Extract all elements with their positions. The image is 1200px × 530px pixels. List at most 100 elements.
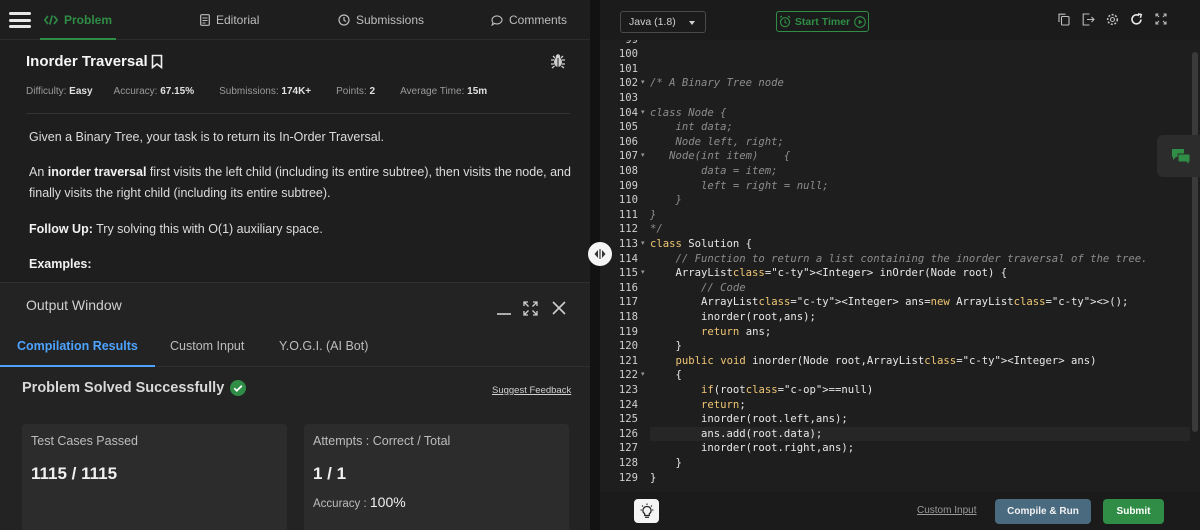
problem-statement: Inorder Traversal Difficulty: Easy Accur… [0, 40, 590, 282]
code-line[interactable]: // Function to return a list containing … [650, 252, 1190, 267]
language-select[interactable]: Java (1.8) [620, 11, 706, 33]
attempts-label: Attempts : Correct / Total [313, 434, 451, 448]
tab-submissions[interactable]: Submissions [338, 0, 424, 40]
line-number: 101 [618, 62, 638, 75]
bookmark-icon[interactable] [151, 54, 163, 69]
code-line[interactable] [650, 91, 1190, 106]
line-number: 107 [618, 150, 638, 163]
code-line[interactable]: return ans; [650, 325, 1190, 340]
refresh-icon[interactable] [1130, 13, 1143, 26]
expand-icon[interactable] [523, 301, 538, 316]
copy-icon[interactable] [1058, 13, 1070, 26]
test-cases-card: Test Cases Passed 1115 / 1115 [22, 424, 287, 530]
hamburger-menu-icon[interactable] [9, 12, 31, 28]
code-line[interactable]: } [650, 193, 1190, 208]
alarm-icon [779, 15, 791, 28]
tab-problem-label: Problem [64, 13, 113, 27]
line-number: 121 [618, 354, 638, 367]
line-number: 110 [618, 194, 638, 207]
fold-toggle-icon[interactable]: ▾ [641, 149, 645, 164]
test-cases-value: 1115 / 1115 [31, 464, 118, 483]
code-line[interactable]: // Code [650, 281, 1190, 296]
points-label: Points: [336, 86, 367, 97]
code-line[interactable]: return; [650, 398, 1190, 413]
difficulty-label: Difficulty: [26, 86, 67, 97]
code-line[interactable]: /* A Binary Tree node [650, 76, 1190, 91]
code-line[interactable]: inorder(root,ans); [650, 310, 1190, 325]
start-timer-button[interactable]: Start Timer [776, 11, 869, 32]
code-line[interactable]: } [650, 208, 1190, 223]
avg-time-value: 15m [467, 86, 488, 97]
start-timer-label: Start Timer [794, 15, 851, 28]
fold-toggle-icon[interactable]: ▾ [641, 266, 645, 281]
code-line[interactable]: ans.add(root.data); [650, 426, 1190, 442]
code-line[interactable]: inorder(root.right,ans); [650, 441, 1190, 456]
code-line[interactable]: Node(int item) { [650, 149, 1190, 164]
problem-title-row: Inorder Traversal [26, 53, 163, 70]
clock-icon [338, 14, 350, 26]
code-line[interactable]: public void inorder(Node root,ArrayListc… [650, 354, 1190, 369]
chat-fab-button[interactable] [1157, 135, 1200, 177]
play-icon [854, 15, 866, 28]
code-line[interactable] [650, 62, 1190, 77]
code-line[interactable]: Node left, right; [650, 135, 1190, 150]
code-line[interactable]: if(rootclass="c-op">==null) [650, 383, 1190, 398]
examples-heading: Examples: [29, 254, 574, 275]
submit-button[interactable]: Submit [1103, 499, 1164, 524]
report-bug-icon[interactable] [550, 53, 566, 69]
tab-compilation-results[interactable]: Compilation Results [17, 339, 138, 353]
fold-toggle-icon[interactable]: ▾ [641, 106, 645, 121]
problem-title: Inorder Traversal [26, 53, 148, 70]
code-line[interactable]: } [650, 339, 1190, 354]
hint-button[interactable] [634, 499, 659, 523]
tab-problem[interactable]: Problem [39, 0, 117, 40]
divider [26, 113, 570, 114]
tab-editorial[interactable]: Editorial [200, 0, 259, 40]
code-line[interactable]: */ [650, 222, 1190, 237]
code-line[interactable]: ArrayListclass="c-ty"><Integer> ans=new … [650, 295, 1190, 310]
logout-icon[interactable] [1082, 13, 1095, 26]
compile-run-button[interactable]: Compile & Run [995, 499, 1091, 524]
code-line[interactable]: data = item; [650, 164, 1190, 179]
chat-bubble-icon [491, 14, 503, 26]
tab-yogi-ai-bot[interactable]: Y.O.G.I. (AI Bot) [279, 339, 368, 353]
explanation-prefix: An [29, 165, 48, 179]
fold-toggle-icon[interactable]: ▾ [641, 368, 645, 383]
code-editor[interactable]: 99100101102▾103104▾105106107▾10810911011… [600, 40, 1200, 492]
custom-input-link[interactable]: Custom Input [917, 505, 976, 516]
fullscreen-icon[interactable] [1155, 13, 1167, 25]
code-line[interactable] [650, 40, 1190, 47]
test-cases-label: Test Cases Passed [31, 434, 138, 448]
code-line[interactable]: { [650, 368, 1190, 383]
code-line[interactable] [650, 47, 1190, 62]
inorder-explanation: An inorder traversal first visits the le… [29, 162, 574, 204]
follow-up-label: Follow Up: [29, 222, 93, 236]
settings-icon[interactable] [1106, 13, 1119, 26]
fold-toggle-icon[interactable]: ▾ [641, 237, 645, 252]
tab-custom-input[interactable]: Custom Input [170, 339, 244, 353]
tab-comments[interactable]: Comments [491, 0, 567, 40]
line-number: 116 [618, 281, 638, 294]
editor-scrollbar-thumb[interactable] [1192, 52, 1198, 432]
minimize-icon[interactable] [496, 303, 512, 315]
tab-comments-label: Comments [509, 13, 568, 27]
code-area[interactable]: /* A Binary Tree node class Node { int da… [650, 40, 1190, 492]
code-line[interactable]: class Solution { [650, 237, 1190, 252]
resize-handle[interactable] [588, 242, 612, 266]
code-line[interactable]: } [650, 456, 1190, 471]
result-status-text: Problem Solved Successfully [22, 380, 225, 396]
result-status: Problem Solved Successfully [22, 380, 247, 396]
close-icon[interactable] [552, 301, 566, 315]
code-line[interactable]: } [650, 471, 1190, 486]
fold-toggle-icon[interactable]: ▾ [641, 76, 645, 91]
line-number: 124 [618, 398, 638, 411]
code-line[interactable]: ArrayListclass="c-ty"><Integer> inOrder(… [650, 266, 1190, 281]
line-number: 105 [618, 121, 638, 134]
editor-toolbar: Java (1.8) Start Timer [600, 0, 1200, 40]
line-number-gutter: 99100101102▾103104▾105106107▾10810911011… [600, 40, 650, 492]
code-line[interactable]: int data; [650, 120, 1190, 135]
code-line[interactable]: class Node { [650, 106, 1190, 121]
code-line[interactable]: inorder(root.left,ans); [650, 412, 1190, 427]
suggest-feedback-link[interactable]: Suggest Feedback [492, 385, 571, 396]
code-line[interactable]: left = right = null; [650, 179, 1190, 194]
